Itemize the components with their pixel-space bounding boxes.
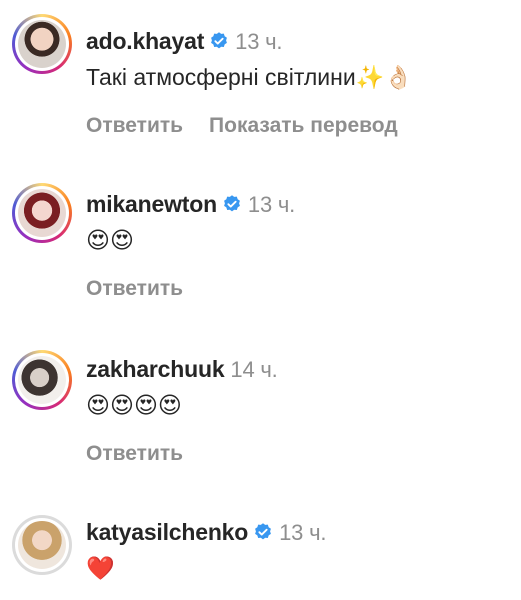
- avatar-story-ring[interactable]: [12, 183, 72, 243]
- show-translation-button[interactable]: Показать перевод: [209, 114, 398, 137]
- avatar: [18, 20, 66, 68]
- avatar: [18, 521, 66, 569]
- reply-button[interactable]: Ответить: [86, 277, 183, 300]
- comment-time: 13 ч.: [247, 192, 296, 217]
- verified-badge-icon: [209, 30, 229, 57]
- verified-badge-icon: [222, 193, 242, 220]
- comment-text: 😍😍😍😍: [86, 392, 182, 418]
- reply-button[interactable]: Ответить: [86, 442, 183, 465]
- avatar-story-ring[interactable]: [12, 14, 72, 74]
- comment-time: 13 ч.: [279, 520, 327, 545]
- reply-button[interactable]: Ответить: [86, 114, 183, 137]
- comment-username[interactable]: zakharchuuk: [86, 356, 225, 382]
- avatar-ring[interactable]: [12, 515, 72, 575]
- comment-username[interactable]: ado.khayat: [86, 28, 204, 54]
- verified-badge-icon: [253, 521, 273, 548]
- comment-text: Такі атмосферні світлини✨👌🏻: [86, 64, 413, 90]
- avatar-story-ring[interactable]: [12, 350, 72, 410]
- avatar: [18, 189, 66, 237]
- comment-username[interactable]: katyasilchenko: [86, 519, 248, 545]
- avatar: [18, 356, 66, 404]
- comment-time: 13 ч.: [235, 29, 283, 54]
- comment-time: 14 ч.: [230, 357, 278, 382]
- comment-text: ❤️: [86, 555, 115, 581]
- comment-text: 😍😍: [86, 227, 134, 253]
- comment-username[interactable]: mikanewton: [86, 191, 217, 217]
